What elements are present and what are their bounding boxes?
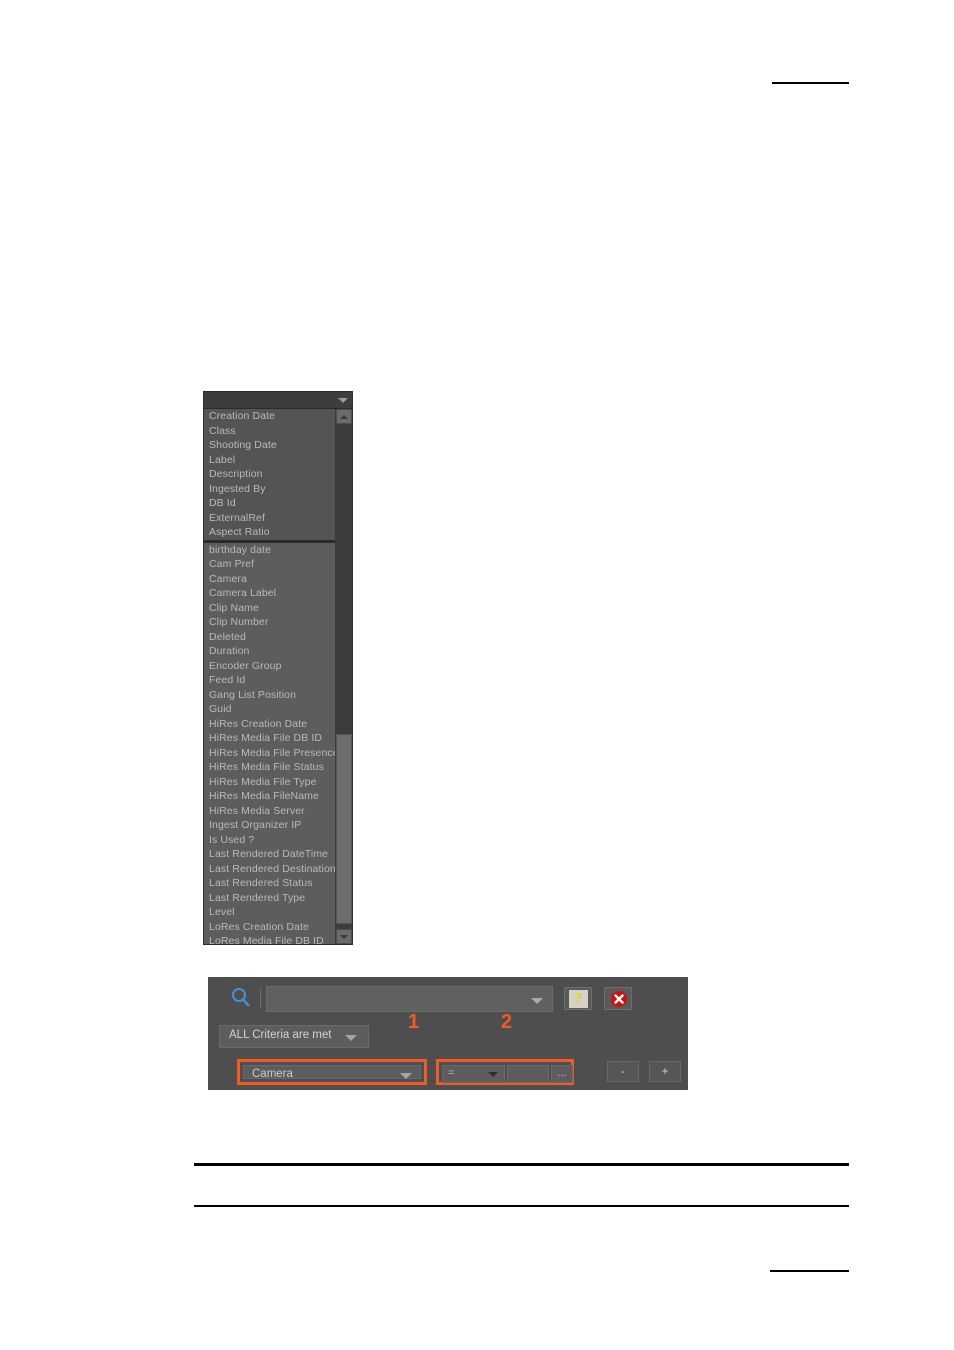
help-question-icon: ? (569, 990, 588, 1008)
dropdown-item[interactable]: HiRes Media File Type (204, 775, 335, 790)
chevron-down-icon[interactable] (345, 1035, 357, 1041)
dropdown-item[interactable]: Last Rendered Status (204, 876, 335, 891)
dropdown-item[interactable]: Cam Pref (204, 557, 335, 572)
dropdown-header[interactable] (204, 392, 352, 409)
criterion-value-group-highlight: = ... (436, 1059, 574, 1085)
scroll-up-arrow-icon[interactable] (336, 409, 352, 424)
remove-criterion-button[interactable]: - (607, 1061, 639, 1082)
dropdown-item-recent[interactable]: Description (204, 467, 335, 482)
scroll-up-glyph (340, 415, 348, 419)
dropdown-item[interactable]: HiRes Creation Date (204, 717, 335, 732)
dropdown-item[interactable]: Gang List Position (204, 688, 335, 703)
search-input[interactable] (266, 986, 553, 1012)
dropdown-item[interactable]: HiRes Media File Status (204, 760, 335, 775)
section-divider-thin (194, 1205, 849, 1207)
help-button[interactable]: ? (564, 987, 592, 1010)
dropdown-item-recent[interactable]: Ingested By (204, 482, 335, 497)
criteria-mode-label: ALL Criteria are met (229, 1029, 332, 1041)
dropdown-item[interactable]: Ingest Organizer IP (204, 818, 335, 833)
dropdown-item[interactable]: HiRes Media File DB ID (204, 731, 335, 746)
criterion-field-label: Camera (252, 1068, 293, 1080)
dropdown-item-recent[interactable]: Class (204, 424, 335, 439)
scrollbar-thumb[interactable] (336, 734, 352, 924)
dropdown-item[interactable]: birthday date (204, 543, 335, 558)
dropdown-item[interactable]: Last Rendered Destination (204, 862, 335, 877)
criterion-operator-label: = (448, 1067, 455, 1079)
chevron-down-icon[interactable] (531, 998, 543, 1004)
dropdown-item[interactable]: Feed Id (204, 673, 335, 688)
dropdown-item[interactable]: Guid (204, 702, 335, 717)
dropdown-item[interactable]: Deleted (204, 630, 335, 645)
close-button[interactable] (604, 987, 632, 1010)
chevron-down-icon[interactable] (400, 1073, 412, 1079)
callout-number-2: 2 (501, 1011, 513, 1033)
criterion-value-input[interactable] (507, 1065, 549, 1083)
toolbar-separator (260, 989, 261, 1007)
chevron-down-icon[interactable] (488, 1072, 498, 1077)
dropdown-item[interactable]: HiRes Media Server (204, 804, 335, 819)
dropdown-group-all: birthday date Cam Pref Camera Camera Label C… (204, 542, 335, 944)
dropdown-scrollbar[interactable] (335, 409, 352, 944)
dropdown-group-recent: Creation Date Class Shooting Date Label Desc… (204, 409, 335, 540)
criteria-mode-select[interactable]: ALL Criteria are met (219, 1025, 369, 1048)
dropdown-item[interactable]: Level (204, 905, 335, 920)
criterion-operator-select[interactable]: = (442, 1065, 505, 1083)
dropdown-item-recent[interactable]: ExternalRef (204, 511, 335, 526)
dropdown-item[interactable]: HiRes Media FileName (204, 789, 335, 804)
add-criterion-button[interactable]: + (649, 1061, 681, 1082)
callout-number-1: 1 (408, 1011, 420, 1033)
dropdown-item-recent[interactable]: Creation Date (204, 409, 335, 424)
dropdown-item[interactable]: Camera Label (204, 586, 335, 601)
metadata-field-dropdown[interactable]: Creation Date Class Shooting Date Label Desc… (203, 391, 353, 945)
criterion-field-select[interactable]: Camera (243, 1065, 421, 1080)
dropdown-list[interactable]: Creation Date Class Shooting Date Label Desc… (204, 409, 335, 944)
dropdown-item-recent[interactable]: Shooting Date (204, 438, 335, 453)
search-criteria-panel: ? ALL Criteria are met 1 2 Camera = ... (208, 977, 688, 1090)
scroll-down-glyph (340, 935, 348, 939)
dropdown-item-recent[interactable]: DB Id (204, 496, 335, 511)
footer-redaction-rule (770, 1270, 849, 1272)
field-select-highlight: Camera (237, 1059, 427, 1085)
dropdown-item[interactable]: Last Rendered DateTime (204, 847, 335, 862)
section-divider-thick (194, 1163, 849, 1166)
dropdown-item[interactable]: Last Rendered Type (204, 891, 335, 906)
dropdown-item[interactable]: Camera (204, 572, 335, 587)
scroll-down-arrow-icon[interactable] (336, 929, 352, 944)
search-toolbar-row: ? (208, 977, 688, 1019)
close-error-icon (610, 990, 628, 1008)
dropdown-item-recent[interactable]: Aspect Ratio (204, 525, 335, 540)
search-magnifier-icon[interactable] (229, 986, 253, 1010)
dropdown-item[interactable]: LoRes Media File DB ID (204, 934, 335, 944)
scrollbar-track[interactable] (336, 424, 352, 929)
dropdown-item[interactable]: HiRes Media File Presence (204, 746, 335, 761)
dropdown-item-recent[interactable]: Label (204, 453, 335, 468)
dropdown-item[interactable]: Duration (204, 644, 335, 659)
dropdown-item[interactable]: Clip Name (204, 601, 335, 616)
criterion-browse-button[interactable]: ... (551, 1065, 573, 1083)
dropdown-item[interactable]: Is Used ? (204, 833, 335, 848)
dropdown-item[interactable]: LoRes Creation Date (204, 920, 335, 935)
dropdown-item[interactable]: Clip Number (204, 615, 335, 630)
chevron-down-icon[interactable] (338, 398, 348, 403)
dropdown-item[interactable]: Encoder Group (204, 659, 335, 674)
header-redaction-rule (772, 82, 849, 84)
